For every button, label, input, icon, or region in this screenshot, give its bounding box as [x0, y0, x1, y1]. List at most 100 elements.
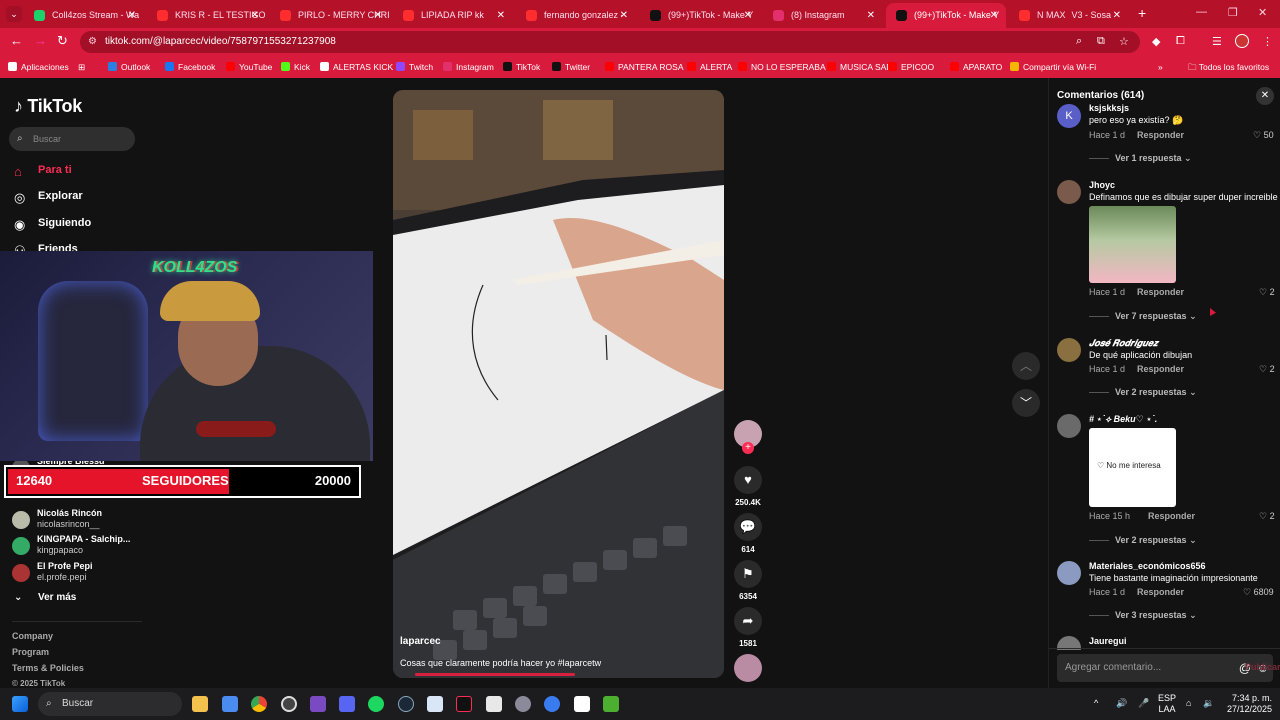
install-app-icon[interactable]: ⧉ [1097, 35, 1105, 48]
avatar[interactable] [1057, 414, 1081, 438]
reply-button[interactable]: Responder [1148, 511, 1195, 521]
back-icon[interactable]: ← [10, 33, 23, 48]
bookmark-item[interactable]: ALERTAS KICK [320, 56, 393, 78]
view-replies-button[interactable]: Ver 2 respuestas ⌄ [1089, 387, 1197, 398]
following-account[interactable]: El Profe Pepi el.profe.pepi [12, 561, 142, 585]
puzzle-icon[interactable]: ⧠ [1176, 35, 1185, 48]
reply-button[interactable]: Responder [1137, 587, 1184, 597]
hidden-sticker-card[interactable]: ♡ No me interesa [1089, 428, 1176, 507]
tab-8[interactable]: N MAX V3 - Sosa ✕ [1009, 3, 1129, 28]
add-comment-input[interactable]: Agregar comentario... @ ☺ [1057, 654, 1273, 682]
comment-like[interactable]: ♡ 2 [1259, 511, 1275, 522]
previous-video-button[interactable]: ︿ [1012, 352, 1040, 380]
tab-close-icon[interactable]: ✕ [990, 3, 998, 28]
view-replies-button[interactable]: Ver 1 respuesta ⌄ [1089, 153, 1192, 164]
share-button[interactable]: ➦ 1581 [734, 607, 762, 648]
bookmark-item[interactable]: Compartir vía Wi-Fi [1010, 56, 1096, 78]
comment-like[interactable]: ♡ 2 [1259, 287, 1275, 298]
reply-button[interactable]: Responder [1137, 130, 1184, 140]
music-disc[interactable] [734, 654, 762, 682]
tab-close-icon[interactable]: ✕ [128, 3, 136, 28]
minecraft-icon[interactable] [603, 696, 619, 712]
following-account[interactable]: KINGPAPA - Salchip... kingpapaco [12, 534, 142, 558]
profile-avatar[interactable] [1235, 34, 1249, 48]
tab-close-icon[interactable]: ✕ [867, 3, 875, 28]
spotify-icon[interactable] [368, 696, 384, 712]
tab-close-icon[interactable]: ✕ [251, 3, 259, 28]
comment-user[interactable]: # ⋆˙⟡ Beku♡ ⋆˙. [1089, 414, 1157, 425]
bookmark-item[interactable]: Instagram [443, 56, 494, 78]
like-button[interactable]: ♥ 250.4K [734, 466, 762, 507]
bookmark-item[interactable]: Facebook [165, 56, 215, 78]
nav-explore[interactable]: ◎ Explorar [14, 190, 83, 205]
bookmark-item[interactable]: Twitter [552, 56, 590, 78]
follow-plus-icon[interactable]: + [742, 442, 754, 454]
tab-5[interactable]: (99+)TikTok - Make Y ✕ [640, 3, 760, 28]
tab-close-icon[interactable]: ✕ [620, 3, 628, 28]
comment-like[interactable]: ♡ 50 [1253, 130, 1274, 141]
avatar[interactable] [1057, 180, 1081, 204]
comment-like[interactable]: ♡ 6809 [1243, 587, 1274, 598]
keyboard-language[interactable]: ESP LAA [1158, 693, 1176, 715]
chrome-icon[interactable] [251, 696, 267, 712]
minimize-icon[interactable]: — [1196, 6, 1207, 18]
nav-following[interactable]: ◉ Siguiendo [14, 217, 91, 232]
obs-icon[interactable] [281, 696, 297, 712]
bookmark-item[interactable]: APARATO [950, 56, 1002, 78]
creator-avatar[interactable]: + [734, 420, 762, 454]
close-window-icon[interactable]: ✕ [1258, 6, 1267, 19]
video-player[interactable] [393, 90, 724, 678]
comment-user[interactable]: Jhoyc [1089, 180, 1115, 190]
bookmark-item[interactable]: YouTube [226, 56, 272, 78]
discord-icon[interactable] [339, 696, 355, 712]
new-tab-button[interactable]: + [1138, 5, 1146, 21]
extension-icon[interactable]: ◆ [1152, 35, 1160, 48]
clock[interactable]: 7:34 p. m. 27/12/2025 [1222, 693, 1272, 715]
search-input[interactable]: ⌕ Buscar [9, 127, 135, 151]
tab-7[interactable]: (99+)TikTok - Make Y ✕ [886, 3, 1006, 28]
all-bookmarks[interactable]: 🗀 Todos los favoritos [1188, 56, 1269, 78]
video-author[interactable]: laparcec [400, 636, 441, 647]
volume-icon[interactable]: 🔉 [1203, 698, 1214, 709]
maximize-icon[interactable]: ❐ [1228, 6, 1238, 19]
speaker-icon[interactable]: 🔊 [1116, 698, 1127, 709]
comment-button[interactable]: 💬 614 [734, 513, 762, 554]
tiktok-logo[interactable]: ♪ TikTok [14, 96, 82, 117]
view-replies-button[interactable]: Ver 2 respuestas ⌄ [1089, 535, 1197, 546]
forward-icon[interactable]: → [34, 33, 47, 48]
tab-close-icon[interactable]: ✕ [374, 3, 382, 28]
bookmark-star-icon[interactable]: ☆ [1119, 35, 1129, 48]
bookmark-item[interactable]: PANTERA ROSA [605, 56, 684, 78]
winrar-icon[interactable] [310, 696, 326, 712]
save-button[interactable]: ⚑ 6354 [734, 560, 762, 601]
next-video-button[interactable]: ﹀ [1012, 389, 1040, 417]
nav-for-you[interactable]: ⌂ Para ti [14, 164, 72, 179]
tab-close-icon[interactable]: ✕ [744, 3, 752, 28]
streamlabs-icon[interactable] [544, 696, 560, 712]
reload-icon[interactable]: ↻ [57, 33, 68, 49]
avatar[interactable]: K [1057, 104, 1081, 128]
footer-company[interactable]: Company [12, 631, 53, 641]
zoom-icon[interactable]: ⌕ [1076, 35, 1082, 48]
tab-2[interactable]: PIRLO - MERRY CHRI ✕ [270, 3, 390, 28]
comment-sticker-image[interactable] [1089, 206, 1176, 283]
tab-6[interactable]: (8) Instagram ✕ [763, 3, 883, 28]
view-replies-button[interactable]: Ver 3 respuestas ⌄ [1089, 610, 1197, 621]
bookmark-item[interactable]: Kick [281, 56, 310, 78]
reading-list-icon[interactable]: ☰ [1212, 35, 1222, 48]
menu-icon[interactable]: ⋮ [1262, 35, 1273, 48]
steam-icon[interactable] [398, 696, 414, 712]
bookmark-item[interactable]: Aplicaciones [8, 56, 69, 78]
tray-overflow-icon[interactable]: ^ [1094, 698, 1098, 709]
bookmark-item[interactable]: NO LO ESPERABA [738, 56, 826, 78]
bookmark-item[interactable]: EPICOO [888, 56, 934, 78]
comment-like[interactable]: ♡ 2 [1259, 364, 1275, 375]
tab-3[interactable]: LIPIADA RIP kk ✕ [393, 3, 513, 28]
comment-user[interactable]: 𝑱𝒐𝒔𝒆́ 𝑹𝒐𝒅𝒓𝒊𝒈𝒖𝒆𝒛 [1089, 338, 1158, 349]
post-button[interactable]: Publicar [1245, 662, 1280, 672]
footer-terms[interactable]: Terms & Policies [12, 663, 84, 673]
tab-close-icon[interactable]: ✕ [497, 3, 505, 28]
apps-grid-icon[interactable]: ⊞ [78, 56, 85, 78]
notepad-icon[interactable] [486, 696, 502, 712]
comment-user[interactable]: ksjskksjs [1089, 103, 1129, 113]
